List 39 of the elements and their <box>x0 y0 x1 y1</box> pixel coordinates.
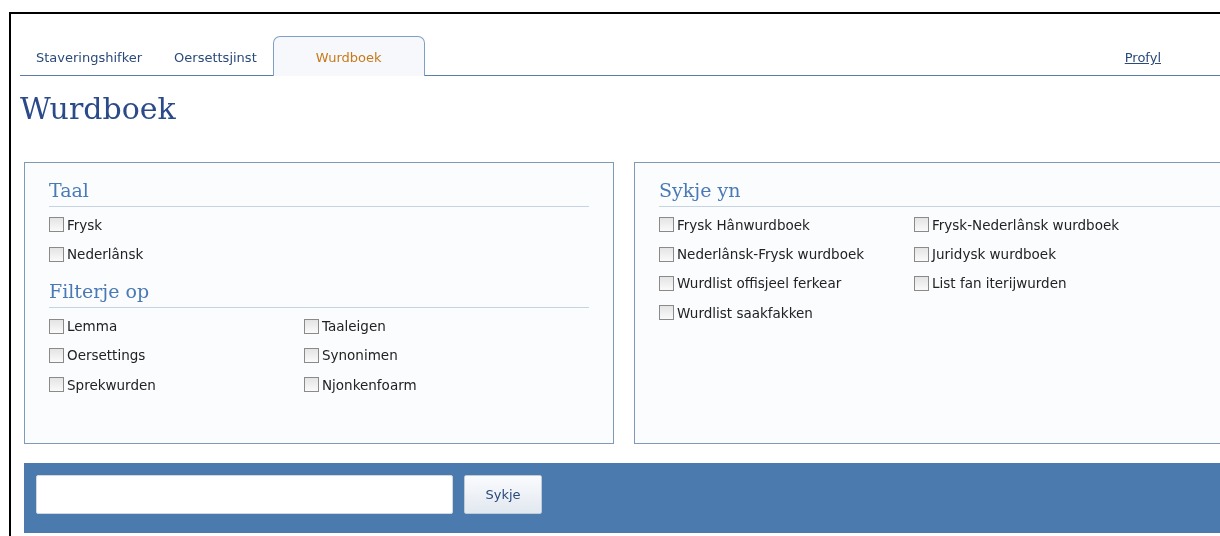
checkbox[interactable] <box>49 217 64 233</box>
nav-tab[interactable]: Staveringshifker <box>20 51 159 75</box>
checkbox[interactable] <box>659 246 674 262</box>
checkbox-label: Nederlânsk <box>67 245 144 265</box>
checkbox[interactable] <box>914 217 929 233</box>
checkbox[interactable] <box>914 275 929 291</box>
checkbox-label: Taaleigen <box>322 317 386 337</box>
checkbox-label: Njonkenfoarm <box>322 375 417 395</box>
checkbox-label: Frysk Hânwurdboek <box>677 215 810 235</box>
checkbox[interactable] <box>659 305 674 321</box>
section-heading: Filterje op <box>49 280 589 309</box>
checkbox-label: Wurdlist saakfakken <box>677 303 813 323</box>
search-button[interactable]: Sykje <box>464 475 542 514</box>
checkbox[interactable] <box>49 347 64 363</box>
checkbox-label: Frysk-Nederlânsk wurdboek <box>932 215 1120 235</box>
checkbox-label: Synonimen <box>322 346 398 366</box>
checkbox[interactable] <box>304 377 319 393</box>
checkbox[interactable] <box>659 217 674 233</box>
checkbox-label: Oersettings <box>67 346 146 366</box>
checkbox[interactable] <box>304 347 319 363</box>
checkbox[interactable] <box>49 377 64 393</box>
checkbox[interactable] <box>659 275 674 291</box>
checkbox-label: Juridysk wurdboek <box>932 245 1056 265</box>
checkbox[interactable] <box>914 246 929 262</box>
checkbox[interactable] <box>49 318 64 334</box>
nav-tab[interactable]: Oersettsjinst <box>158 51 273 75</box>
checkbox[interactable] <box>49 246 64 262</box>
checkbox-label: Sprekwurden <box>67 375 156 395</box>
search-field[interactable] <box>36 475 453 514</box>
checkbox-label: List fan iterijwurden <box>932 274 1067 294</box>
checkbox-label: Nederlânsk-Frysk wurdboek <box>677 245 865 265</box>
checkbox-label: Wurdlist offisjeel ferkear <box>677 274 842 294</box>
page-title: Wurdboek <box>20 94 177 124</box>
profile-link[interactable]: Profyl <box>1108 51 1177 75</box>
section-heading: Taal <box>49 179 589 207</box>
checkbox[interactable] <box>304 318 319 334</box>
checkbox-label: Frysk <box>67 215 103 235</box>
section-heading: Sykje yn <box>659 179 1220 207</box>
checkbox-label: Lemma <box>67 317 118 337</box>
